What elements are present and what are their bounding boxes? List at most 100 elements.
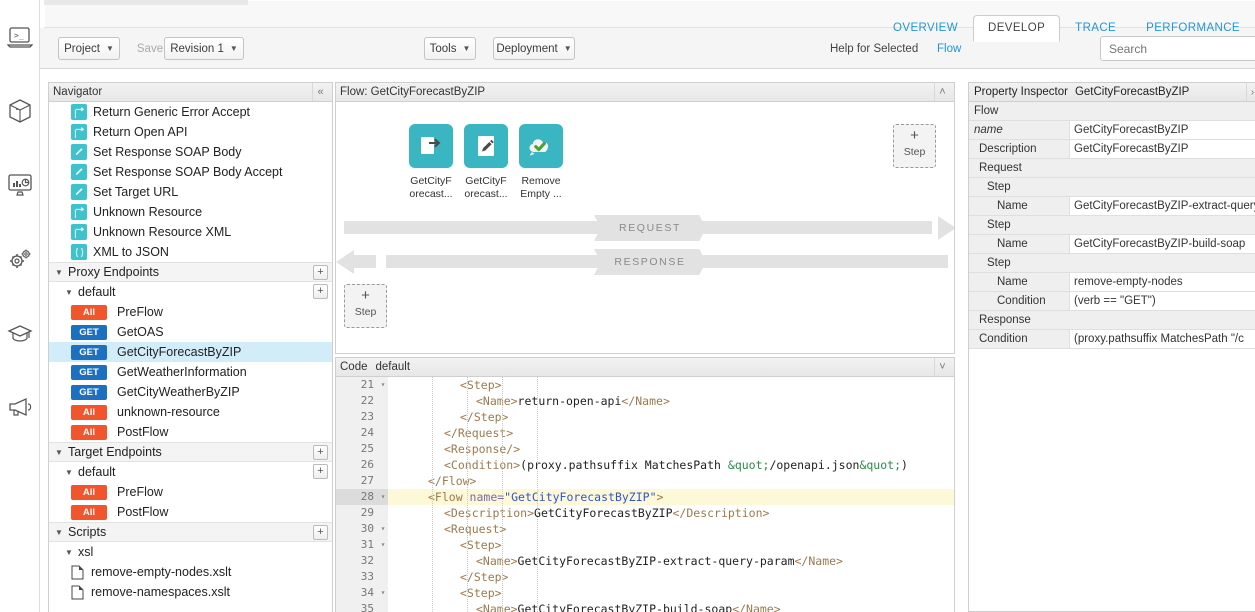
nav-flow-getoas[interactable]: GETGetOAS (49, 322, 332, 342)
tab-performance[interactable]: PERFORMANCE (1131, 15, 1255, 42)
code-line-28[interactable]: 28▾<Flow name="GetCityForecastByZIP"> (336, 489, 954, 505)
property-value[interactable]: remove-empty-nodes (1069, 273, 1255, 291)
property-value[interactable]: GetCityForecastByZIP (1069, 140, 1255, 158)
fold-toggle-icon[interactable]: ▾ (378, 521, 388, 537)
help-for-selected-link[interactable]: Flow (937, 43, 961, 55)
code-line-26[interactable]: 26<Condition>(proxy.pathsuffix MatchesPa… (336, 457, 954, 473)
nav-file-remove-namespaces-xslt[interactable]: remove-namespaces.xslt (49, 582, 332, 602)
collapse-chevron-icon[interactable]: ˄ (934, 83, 950, 101)
property-value[interactable]: (proxy.pathsuffix MatchesPath "/c (1069, 330, 1255, 348)
add-icon[interactable]: + (313, 525, 328, 540)
property-value[interactable]: (verb == "GET") (1069, 292, 1255, 310)
code-editor[interactable]: 21▾<Step>22<Name>return-open-api</Name>2… (336, 377, 954, 612)
nav-sub-default[interactable]: ▼default+ (49, 282, 332, 302)
nav-item-label: Return Generic Error Accept (93, 105, 250, 119)
fold-spacer (378, 601, 388, 612)
property-value[interactable]: GetCityForecastByZIP-extract-query-param (1069, 197, 1255, 215)
property-value[interactable]: GetCityForecastByZIP-build-soap (1069, 235, 1255, 253)
code-line-24[interactable]: 24</Request> (336, 425, 954, 441)
nav-flow-unknown-resource[interactable]: Allunknown-resource (49, 402, 332, 422)
nav-item-label: PostFlow (117, 505, 168, 519)
expand-icon[interactable]: › (1246, 83, 1255, 101)
graduation-cap-icon[interactable] (0, 302, 40, 364)
tab-trace[interactable]: TRACE (1060, 15, 1131, 42)
help-for-selected-label: Help for Selected (830, 43, 918, 55)
deployment-menu-button[interactable]: Deployment ▼ (493, 37, 575, 60)
nav-policy-2[interactable]: Set Response SOAP Body (49, 142, 332, 162)
code-line-32[interactable]: 32<Name>GetCityForecastByZIP-extract-que… (336, 553, 954, 569)
nav-flow-postflow[interactable]: AllPostFlow (49, 422, 332, 442)
add-icon[interactable]: + (313, 464, 328, 479)
nav-group-proxy-endpoints[interactable]: ▼Proxy Endpoints+ (49, 262, 332, 282)
nav-policy-3[interactable]: Set Response SOAP Body Accept (49, 162, 332, 182)
nav-policy-6[interactable]: Unknown Resource XML (49, 222, 332, 242)
response-seg-right (908, 255, 948, 268)
property-value[interactable]: GetCityForecastByZIP (1069, 121, 1255, 139)
nav-group-target-endpoints[interactable]: ▼Target Endpoints+ (49, 442, 332, 462)
code-line-22[interactable]: 22<Name>return-open-api</Name> (336, 393, 954, 409)
expand-chevron-icon[interactable]: ˅ (934, 358, 950, 376)
apigee-proxy-editor: >_ OVERVIEW DEVELOP TRACE PERFORMANCE (0, 0, 1255, 612)
fold-toggle-icon[interactable]: ▾ (378, 585, 388, 601)
add-icon[interactable]: + (313, 284, 328, 299)
caret-down-icon[interactable]: ▼ (65, 548, 75, 557)
nav-flow-preflow[interactable]: AllPreFlow (49, 482, 332, 502)
tools-menu-button[interactable]: Tools ▼ (424, 37, 476, 60)
code-line-29[interactable]: 29<Description>GetCityForecastByZIP</Des… (336, 505, 954, 521)
code-text: <Step> (388, 538, 502, 552)
revision-menu-button[interactable]: Revision 1 ▼ (164, 37, 244, 60)
caret-down-icon[interactable]: ▼ (65, 468, 75, 477)
analytics-monitor-icon[interactable] (0, 154, 40, 216)
nav-flow-getcityforecastbyzip[interactable]: GETGetCityForecastByZIP (49, 342, 332, 362)
fold-toggle-icon[interactable]: ▾ (378, 377, 388, 393)
nav-item-label: Set Response SOAP Body Accept (93, 165, 282, 179)
code-line-21[interactable]: 21▾<Step> (336, 377, 954, 393)
fold-spacer (378, 505, 388, 521)
add-icon[interactable]: + (313, 265, 328, 280)
gears-icon[interactable] (0, 228, 40, 290)
nav-policy-7[interactable]: XML to JSON (49, 242, 332, 262)
code-line-30[interactable]: 30▾<Request> (336, 521, 954, 537)
nav-policy-4[interactable]: Set Target URL (49, 182, 332, 202)
nav-sub-default[interactable]: ▼default+ (49, 462, 332, 482)
code-line-25[interactable]: 25<Response/> (336, 441, 954, 457)
nav-sub-xsl[interactable]: ▼xsl (49, 542, 332, 562)
nav-flow-postflow[interactable]: AllPostFlow (49, 502, 332, 522)
tab-overview[interactable]: OVERVIEW (878, 15, 973, 42)
code-line-33[interactable]: 33</Step> (336, 569, 954, 585)
nav-flow-getweatherinformation[interactable]: GETGetWeatherInformation (49, 362, 332, 382)
nav-item-label: remove-namespaces.xslt (91, 585, 230, 599)
nav-group-scripts[interactable]: ▼Scripts+ (49, 522, 332, 542)
caret-down-icon[interactable]: ▼ (55, 448, 65, 457)
fold-toggle-icon[interactable]: ▾ (378, 537, 388, 553)
terminal-icon[interactable]: >_ (0, 6, 40, 68)
response-band: RESPONSE (336, 249, 955, 275)
fold-toggle-icon[interactable]: ▾ (378, 489, 388, 505)
add-step-button-request[interactable]: + Step (893, 124, 936, 168)
plus-icon: + (894, 125, 935, 146)
nav-policy-5[interactable]: Unknown Resource (49, 202, 332, 222)
nav-file-remove-empty-nodes-xslt[interactable]: remove-empty-nodes.xslt (49, 562, 332, 582)
tab-develop[interactable]: DEVELOP (973, 15, 1060, 42)
property-row: Condition(verb == "GET") (969, 292, 1255, 311)
nav-policy-0[interactable]: Return Generic Error Accept (49, 102, 332, 122)
collapse-icon[interactable]: « (312, 83, 328, 101)
code-line-31[interactable]: 31▾<Step> (336, 537, 954, 553)
caret-down-icon[interactable]: ▼ (65, 288, 75, 297)
add-step-button-response[interactable]: + Step (344, 284, 387, 328)
nav-flow-preflow[interactable]: AllPreFlow (49, 302, 332, 322)
package-icon[interactable] (0, 80, 40, 142)
add-icon[interactable]: + (313, 445, 328, 460)
caret-down-icon[interactable]: ▼ (55, 528, 65, 537)
caret-down-icon[interactable]: ▼ (55, 268, 65, 277)
nav-flow-getcityweatherbyzip[interactable]: GETGetCityWeatherByZIP (49, 382, 332, 402)
code-line-34[interactable]: 34▾<Step> (336, 585, 954, 601)
property-key: Step (969, 178, 1255, 196)
code-line-35[interactable]: 35<Name>GetCityForecastByZIP-build-soap<… (336, 601, 954, 612)
project-menu-button[interactable]: Project ▼ (58, 37, 120, 60)
code-line-27[interactable]: 27</Flow> (336, 473, 954, 489)
nav-policy-1[interactable]: Return Open API (49, 122, 332, 142)
megaphone-icon[interactable] (0, 376, 40, 438)
code-line-23[interactable]: 23</Step> (336, 409, 954, 425)
policy-step-3[interactable]: Remove Empty ... (508, 124, 574, 201)
